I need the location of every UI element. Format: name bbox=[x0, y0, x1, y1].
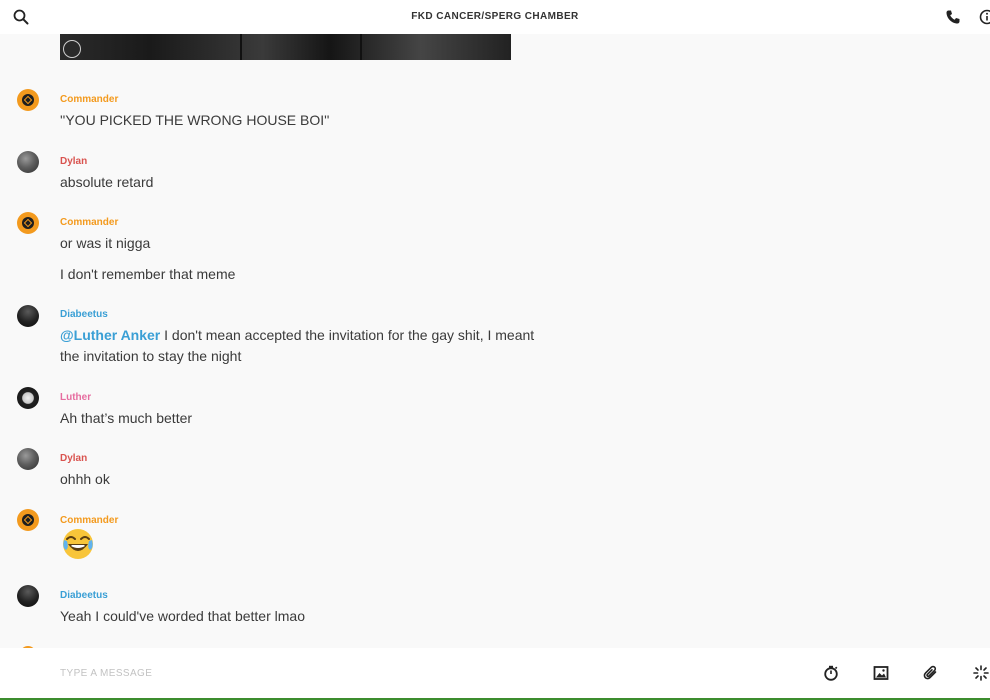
message-input[interactable] bbox=[60, 663, 760, 683]
commander-avatar[interactable] bbox=[17, 89, 39, 111]
user-mention[interactable]: @Luther Anker bbox=[60, 327, 160, 343]
message-composer bbox=[0, 648, 990, 698]
commander-avatar[interactable] bbox=[17, 509, 39, 531]
commander-avatar[interactable] bbox=[17, 212, 39, 234]
image-detail bbox=[240, 34, 242, 60]
luther-avatar[interactable] bbox=[17, 387, 39, 409]
dylan-avatar[interactable] bbox=[17, 151, 39, 173]
diabeetus-avatar[interactable] bbox=[17, 585, 39, 607]
message-line: I don't mean accepted the invitation for… bbox=[164, 327, 535, 343]
tears-of-joy-emoji bbox=[63, 529, 93, 559]
message-text: absolute retard bbox=[60, 174, 154, 190]
message-list[interactable]: Commander ''YOU PICKED THE WRONG HOUSE B… bbox=[0, 34, 990, 648]
username[interactable]: Commander bbox=[60, 217, 118, 228]
message-text: or was it nigga bbox=[60, 235, 151, 251]
phone-icon[interactable] bbox=[944, 8, 962, 26]
username[interactable]: Diabeetus bbox=[60, 590, 108, 601]
message-text: I don't remember that meme bbox=[60, 266, 236, 282]
message-text: @Luther Anker I don't mean accepted the … bbox=[60, 325, 580, 346]
timer-icon[interactable] bbox=[822, 664, 840, 682]
shared-image[interactable] bbox=[60, 34, 511, 60]
username[interactable]: Dylan bbox=[60, 453, 87, 464]
sparkle-icon[interactable] bbox=[972, 664, 990, 682]
message-text: the invitation to stay the night bbox=[60, 348, 242, 364]
paperclip-icon[interactable] bbox=[922, 664, 940, 682]
image-detail bbox=[360, 34, 362, 60]
chat-title: FKD CANCER/SPERG CHAMBER bbox=[411, 11, 579, 22]
info-icon[interactable] bbox=[978, 8, 990, 26]
emoji-message bbox=[61, 528, 95, 560]
username[interactable]: Luther bbox=[60, 392, 91, 403]
seal-graphic bbox=[63, 40, 81, 58]
username[interactable]: Diabeetus bbox=[60, 309, 108, 320]
message-text: ohhh ok bbox=[60, 471, 110, 487]
dylan-avatar[interactable] bbox=[17, 448, 39, 470]
message-text: Ah that’s much better bbox=[60, 410, 193, 426]
username[interactable]: Dylan bbox=[60, 156, 87, 167]
username[interactable]: Commander bbox=[60, 515, 118, 526]
message-text: Yeah I could've worded that better lmao bbox=[60, 608, 305, 624]
diabeetus-avatar[interactable] bbox=[17, 305, 39, 327]
image-icon[interactable] bbox=[872, 664, 890, 682]
message-text: ''YOU PICKED THE WRONG HOUSE BOI'' bbox=[60, 112, 330, 128]
chat-header: FKD CANCER/SPERG CHAMBER bbox=[0, 0, 990, 34]
username[interactable]: Commander bbox=[60, 94, 118, 105]
